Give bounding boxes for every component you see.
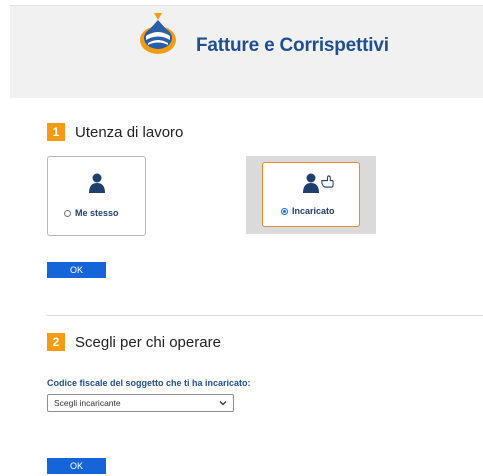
app-title: Fatture e Corrispettivi (196, 35, 389, 56)
agenzia-entrate-logo-icon (140, 13, 176, 54)
step-2-header: 2 Scegli per chi operare (47, 333, 221, 351)
person-icon (303, 173, 319, 193)
step-2-title: Scegli per chi operare (75, 333, 221, 351)
incaricante-select-value: Scegli incaricante (54, 398, 121, 408)
incaricante-select[interactable]: Scegli incaricante (47, 394, 234, 412)
codice-fiscale-label: Codice fiscale del soggetto che ti ha in… (47, 378, 251, 388)
incaricato-label: Incaricato (292, 206, 335, 216)
person-icon (89, 173, 105, 193)
incaricato-radio[interactable] (281, 207, 288, 215)
chevron-down-icon (219, 401, 227, 406)
app-header: Fatture e Corrispettivi (10, 5, 483, 98)
option-me-stesso-card[interactable]: Me stesso (47, 156, 146, 236)
me-stesso-label: Me stesso (75, 208, 119, 218)
option-incaricato-card[interactable]: Incaricato (262, 162, 360, 227)
step-1-badge: 1 (47, 123, 65, 141)
step-2-badge: 2 (47, 333, 65, 351)
step-1-title: Utenza di lavoro (75, 123, 184, 141)
step-1-header: 1 Utenza di lavoro (47, 123, 183, 141)
ok-button-step1[interactable]: OK (47, 262, 106, 278)
ok-button-step2[interactable]: OK (47, 458, 106, 474)
hand-pointer-icon (321, 175, 334, 188)
me-stesso-radio[interactable] (64, 209, 71, 217)
section-divider (47, 315, 483, 316)
